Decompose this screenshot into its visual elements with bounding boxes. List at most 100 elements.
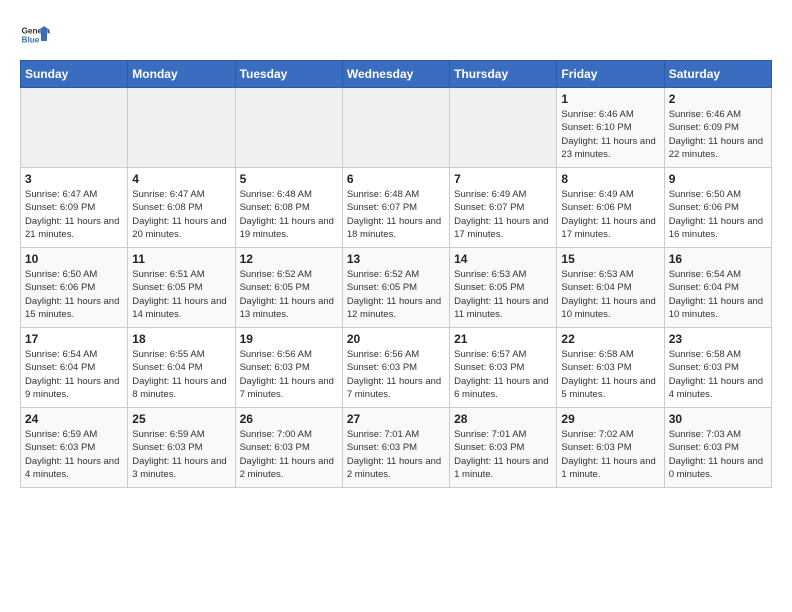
day-info: Sunrise: 6:52 AM Sunset: 6:05 PM Dayligh… [347, 268, 445, 321]
calendar-cell: 19 Sunrise: 6:56 AM Sunset: 6:03 PM Dayli… [235, 328, 342, 408]
calendar-cell [128, 88, 235, 168]
calendar-cell: 21 Sunrise: 6:57 AM Sunset: 6:03 PM Dayli… [450, 328, 557, 408]
day-number: 23 [669, 332, 767, 346]
calendar-cell: 13 Sunrise: 6:52 AM Sunset: 6:05 PM Dayli… [342, 248, 449, 328]
day-info: Sunrise: 6:55 AM Sunset: 6:04 PM Dayligh… [132, 348, 230, 401]
day-info: Sunrise: 6:48 AM Sunset: 6:08 PM Dayligh… [240, 188, 338, 241]
week-row-5: 24 Sunrise: 6:59 AM Sunset: 6:03 PM Dayli… [21, 408, 772, 488]
week-row-2: 3 Sunrise: 6:47 AM Sunset: 6:09 PM Daylig… [21, 168, 772, 248]
calendar-cell: 22 Sunrise: 6:58 AM Sunset: 6:03 PM Dayli… [557, 328, 664, 408]
week-row-1: 1 Sunrise: 6:46 AM Sunset: 6:10 PM Daylig… [21, 88, 772, 168]
day-number: 17 [25, 332, 123, 346]
day-number: 4 [132, 172, 230, 186]
day-number: 11 [132, 252, 230, 266]
calendar-cell: 23 Sunrise: 6:58 AM Sunset: 6:03 PM Dayli… [664, 328, 771, 408]
calendar-cell: 20Sunrise: 6:56 AM Sunset: 6:03 PM Dayli… [342, 328, 449, 408]
weekday-header-monday: Monday [128, 61, 235, 88]
day-number: 5 [240, 172, 338, 186]
weekday-header-wednesday: Wednesday [342, 61, 449, 88]
week-row-4: 17 Sunrise: 6:54 AM Sunset: 6:04 PM Dayli… [21, 328, 772, 408]
weekday-header-sunday: Sunday [21, 61, 128, 88]
calendar-cell: 2Sunrise: 6:46 AM Sunset: 6:09 PM Daylig… [664, 88, 771, 168]
day-info: Sunrise: 6:46 AM Sunset: 6:10 PM Dayligh… [561, 108, 659, 161]
calendar-cell: 25 Sunrise: 6:59 AM Sunset: 6:03 PM Dayli… [128, 408, 235, 488]
day-info: Sunrise: 7:01 AM Sunset: 6:03 PM Dayligh… [347, 428, 445, 481]
day-number: 10 [25, 252, 123, 266]
calendar-cell [21, 88, 128, 168]
calendar-cell [342, 88, 449, 168]
day-number: 12 [240, 252, 338, 266]
day-info: Sunrise: 6:50 AM Sunset: 6:06 PM Dayligh… [25, 268, 123, 321]
calendar-cell: 8 Sunrise: 6:49 AM Sunset: 6:06 PM Daylig… [557, 168, 664, 248]
weekday-header-tuesday: Tuesday [235, 61, 342, 88]
day-info: Sunrise: 6:54 AM Sunset: 6:04 PM Dayligh… [25, 348, 123, 401]
day-number: 9 [669, 172, 767, 186]
calendar-cell: 3 Sunrise: 6:47 AM Sunset: 6:09 PM Daylig… [21, 168, 128, 248]
day-info: Sunrise: 6:47 AM Sunset: 6:09 PM Dayligh… [25, 188, 123, 241]
calendar-cell: 16 Sunrise: 6:54 AM Sunset: 6:04 PM Dayli… [664, 248, 771, 328]
day-info: Sunrise: 7:01 AM Sunset: 6:03 PM Dayligh… [454, 428, 552, 481]
weekday-header-saturday: Saturday [664, 61, 771, 88]
calendar-cell: 12 Sunrise: 6:52 AM Sunset: 6:05 PM Dayli… [235, 248, 342, 328]
day-info: Sunrise: 6:51 AM Sunset: 6:05 PM Dayligh… [132, 268, 230, 321]
calendar-cell: 6Sunrise: 6:48 AM Sunset: 6:07 PM Daylig… [342, 168, 449, 248]
logo-icon: General Blue [20, 20, 50, 50]
day-number: 1 [561, 92, 659, 106]
day-info: Sunrise: 6:46 AM Sunset: 6:09 PM Dayligh… [669, 108, 767, 161]
day-info: Sunrise: 6:59 AM Sunset: 6:03 PM Dayligh… [132, 428, 230, 481]
weekday-header-thursday: Thursday [450, 61, 557, 88]
logo: General Blue [20, 20, 50, 50]
calendar-cell: 29Sunrise: 7:02 AM Sunset: 6:03 PM Dayli… [557, 408, 664, 488]
page-header: General Blue [20, 20, 772, 50]
weekday-header-friday: Friday [557, 61, 664, 88]
day-info: Sunrise: 6:52 AM Sunset: 6:05 PM Dayligh… [240, 268, 338, 321]
day-number: 28 [454, 412, 552, 426]
calendar-cell: 15 Sunrise: 6:53 AM Sunset: 6:04 PM Dayli… [557, 248, 664, 328]
day-number: 19 [240, 332, 338, 346]
day-number: 7 [454, 172, 552, 186]
day-info: Sunrise: 6:59 AM Sunset: 6:03 PM Dayligh… [25, 428, 123, 481]
day-info: Sunrise: 6:49 AM Sunset: 6:06 PM Dayligh… [561, 188, 659, 241]
day-number: 18 [132, 332, 230, 346]
day-number: 25 [132, 412, 230, 426]
day-info: Sunrise: 6:58 AM Sunset: 6:03 PM Dayligh… [561, 348, 659, 401]
day-info: Sunrise: 6:53 AM Sunset: 6:04 PM Dayligh… [561, 268, 659, 321]
day-info: Sunrise: 6:50 AM Sunset: 6:06 PM Dayligh… [669, 188, 767, 241]
day-number: 22 [561, 332, 659, 346]
calendar-cell [235, 88, 342, 168]
day-info: Sunrise: 6:57 AM Sunset: 6:03 PM Dayligh… [454, 348, 552, 401]
day-info: Sunrise: 6:58 AM Sunset: 6:03 PM Dayligh… [669, 348, 767, 401]
day-number: 21 [454, 332, 552, 346]
day-number: 30 [669, 412, 767, 426]
calendar-cell: 10 Sunrise: 6:50 AM Sunset: 6:06 PM Dayli… [21, 248, 128, 328]
day-info: Sunrise: 6:54 AM Sunset: 6:04 PM Dayligh… [669, 268, 767, 321]
calendar-cell: 26 Sunrise: 7:00 AM Sunset: 6:03 PM Dayli… [235, 408, 342, 488]
weekday-header-row: SundayMondayTuesdayWednesdayThursdayFrid… [21, 61, 772, 88]
calendar-cell: 24 Sunrise: 6:59 AM Sunset: 6:03 PM Dayli… [21, 408, 128, 488]
day-number: 14 [454, 252, 552, 266]
day-number: 26 [240, 412, 338, 426]
day-info: Sunrise: 7:02 AM Sunset: 6:03 PM Dayligh… [561, 428, 659, 481]
day-info: Sunrise: 6:56 AM Sunset: 6:03 PM Dayligh… [240, 348, 338, 401]
day-info: Sunrise: 7:00 AM Sunset: 6:03 PM Dayligh… [240, 428, 338, 481]
calendar-cell: 27 Sunrise: 7:01 AM Sunset: 6:03 PM Dayli… [342, 408, 449, 488]
day-number: 20 [347, 332, 445, 346]
day-info: Sunrise: 6:53 AM Sunset: 6:05 PM Dayligh… [454, 268, 552, 321]
day-number: 15 [561, 252, 659, 266]
day-number: 27 [347, 412, 445, 426]
day-info: Sunrise: 7:03 AM Sunset: 6:03 PM Dayligh… [669, 428, 767, 481]
calendar-cell: 5 Sunrise: 6:48 AM Sunset: 6:08 PM Daylig… [235, 168, 342, 248]
calendar-cell: 11 Sunrise: 6:51 AM Sunset: 6:05 PM Dayli… [128, 248, 235, 328]
calendar-cell: 28 Sunrise: 7:01 AM Sunset: 6:03 PM Dayli… [450, 408, 557, 488]
day-number: 16 [669, 252, 767, 266]
calendar-table: SundayMondayTuesdayWednesdayThursdayFrid… [20, 60, 772, 488]
calendar-cell: 1 Sunrise: 6:46 AM Sunset: 6:10 PM Daylig… [557, 88, 664, 168]
calendar-cell: 30 Sunrise: 7:03 AM Sunset: 6:03 PM Dayli… [664, 408, 771, 488]
day-number: 6 [347, 172, 445, 186]
day-number: 8 [561, 172, 659, 186]
day-info: Sunrise: 6:49 AM Sunset: 6:07 PM Dayligh… [454, 188, 552, 241]
day-number: 3 [25, 172, 123, 186]
day-number: 24 [25, 412, 123, 426]
calendar-cell: 17 Sunrise: 6:54 AM Sunset: 6:04 PM Dayli… [21, 328, 128, 408]
day-number: 13 [347, 252, 445, 266]
